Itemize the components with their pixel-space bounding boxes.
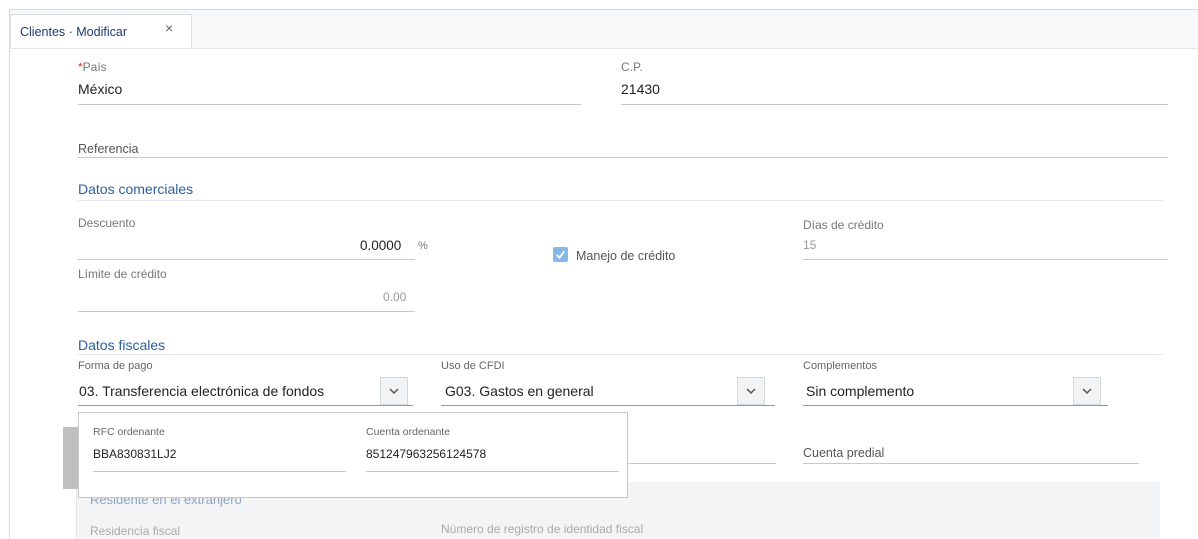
uso-cfdi-label: Uso de CFDI (441, 360, 505, 372)
uso-cfdi-underline (441, 405, 775, 406)
manejo-credito-checkbox[interactable] (553, 247, 568, 262)
check-icon (556, 250, 565, 260)
chevron-down-icon (746, 387, 756, 394)
descuento-label: Descuento (78, 216, 136, 230)
close-icon[interactable]: × (165, 20, 173, 36)
residencia-fiscal-label: Residencia fiscal (90, 524, 181, 538)
cuenta-ordenante-label: Cuenta ordenante (366, 426, 451, 438)
hidden-field-underline (628, 463, 776, 464)
referencia-underline (78, 157, 1168, 158)
cuenta-predial-field[interactable]: Cuenta predial (803, 446, 884, 460)
section-datos-fiscales: Datos fiscales (78, 337, 166, 353)
tab-label[interactable]: Clientes · Modificar (20, 25, 127, 39)
section-datos-comerciales: Datos comerciales (78, 181, 194, 197)
uso-cfdi-dropdown-button[interactable] (737, 377, 765, 405)
pais-underline (78, 104, 581, 105)
cuenta-ordenante-underline (366, 471, 619, 472)
descuento-unit: % (418, 240, 428, 252)
complementos-select[interactable]: Sin complemento (806, 383, 914, 399)
manejo-credito-label: Manejo de crédito (576, 249, 676, 263)
complementos-label: Complementos (803, 360, 877, 372)
chevron-down-icon (389, 387, 399, 394)
section-divider (78, 200, 1163, 201)
frame-left-border (9, 9, 10, 539)
cuenta-predial-underline (803, 463, 1139, 464)
limite-credito-field[interactable]: 0.00 (383, 290, 406, 304)
frame-top-border (10, 9, 1198, 10)
forma-pago-label: Forma de pago (78, 360, 153, 372)
dias-credito-label: Días de crédito (803, 218, 884, 232)
limite-credito-label: Límite de crédito (78, 267, 167, 281)
cp-field[interactable]: 21430 (621, 81, 660, 97)
rfc-ordenante-underline (93, 471, 346, 472)
pais-label: *País (78, 60, 107, 74)
descuento-field[interactable]: 0.0000 (360, 238, 401, 253)
dias-credito-field[interactable]: 15 (803, 238, 816, 252)
pais-field[interactable]: México (78, 81, 122, 97)
chevron-down-icon (1082, 387, 1092, 394)
num-registro-label: Número de registro de identidad fiscal (441, 522, 644, 536)
referencia-field[interactable]: Referencia (78, 142, 138, 156)
rfc-ordenante-field[interactable]: BBA830831LJ2 (93, 447, 176, 461)
limite-credito-underline (78, 311, 415, 312)
pais-label-text: País (82, 60, 107, 74)
cp-underline (621, 104, 1168, 105)
forma-pago-dropdown-button[interactable] (380, 377, 408, 405)
cuenta-ordenante-field[interactable]: 851247963256124578 (366, 447, 486, 461)
dias-credito-underline (803, 259, 1168, 260)
forma-pago-select[interactable]: 03. Transferencia electrónica de fondos (79, 383, 324, 399)
descuento-underline (78, 259, 415, 260)
rfc-ordenante-label: RFC ordenante (93, 426, 165, 438)
forma-pago-underline (78, 405, 413, 406)
complementos-underline (803, 405, 1108, 406)
complementos-dropdown-button[interactable] (1073, 377, 1101, 405)
section-divider (78, 354, 1163, 355)
cp-label: C.P. (621, 60, 643, 74)
uso-cfdi-select[interactable]: G03. Gastos en general (445, 383, 594, 399)
